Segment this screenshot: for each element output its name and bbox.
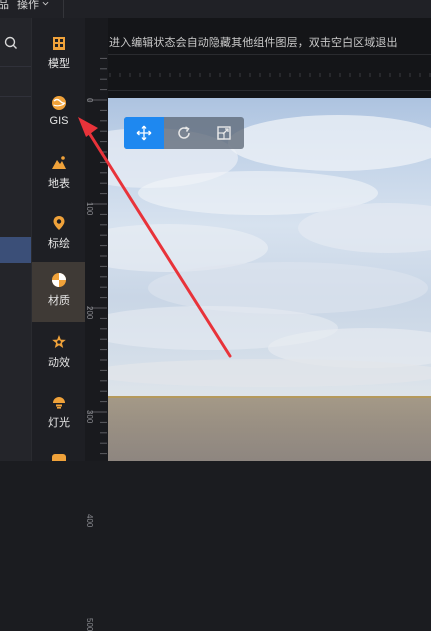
tool-sidebar: 模型 GIS 地表 标绘 材质 动效 灯光 (31, 18, 86, 461)
panel-divider (0, 96, 31, 97)
chevron-down-icon (42, 1, 49, 6)
tool-effect[interactable]: 动效 (32, 324, 86, 384)
tool-material-label: 材质 (48, 295, 70, 307)
ruler-tick-label: 300 (85, 410, 94, 424)
search-icon[interactable] (4, 36, 18, 50)
rotate-button[interactable] (164, 117, 204, 149)
tool-terrain[interactable]: 地表 (32, 145, 86, 205)
next-tool-icon[interactable] (52, 454, 66, 461)
tool-light-label: 灯光 (48, 417, 70, 429)
tool-model[interactable]: 模型 (32, 25, 86, 85)
tool-terrain-label: 地表 (48, 178, 70, 190)
ruler-tick-label: 200 (85, 306, 94, 320)
transform-toolbar (124, 117, 244, 149)
scale-button[interactable] (204, 117, 244, 149)
ruler-tick-label: 100 (85, 202, 94, 216)
light-icon (53, 397, 65, 409)
move-button[interactable] (124, 117, 164, 149)
terrain-icon (52, 156, 66, 169)
ruler-line-bottom (108, 90, 431, 91)
menu-operate-label: 操作 (17, 0, 39, 11)
material-icon (52, 273, 66, 287)
horizontal-ruler (108, 66, 431, 77)
editor-header: 进入编辑状态会自动隐藏其他组件图层，双击空白区域退出 (108, 18, 431, 98)
viewport-canvas[interactable] (108, 98, 431, 461)
ruler-tick-label: 400 (85, 514, 94, 528)
move-icon (136, 125, 152, 141)
tool-material[interactable]: 材质 (32, 262, 86, 322)
effect-icon (52, 335, 66, 348)
scale-icon (217, 126, 231, 140)
tool-effect-label: 动效 (48, 357, 70, 369)
marker-icon (53, 216, 65, 230)
selected-list-item[interactable] (0, 237, 31, 263)
ruler-line (108, 54, 431, 55)
ruler-tick-label: 0 (85, 98, 94, 103)
tool-marker[interactable]: 标绘 (32, 205, 86, 265)
rotate-icon (178, 126, 190, 139)
left-panel (0, 18, 31, 461)
top-divider (63, 0, 64, 18)
vertical-ruler: 0 100 200 300 400 500 (85, 18, 109, 631)
menu-item-left-label: 品 (0, 0, 9, 11)
tool-gis[interactable]: GIS (32, 85, 86, 145)
tool-gis-label: GIS (49, 115, 69, 127)
model-icon (53, 37, 65, 50)
tool-model-label: 模型 (48, 58, 70, 70)
ground-plane (108, 398, 431, 461)
top-bar: 品 操作 (0, 0, 431, 19)
menu-operate[interactable]: 操作 (17, 0, 49, 18)
tool-marker-label: 标绘 (48, 238, 70, 250)
edit-hint-text: 进入编辑状态会自动隐藏其他组件图层，双击空白区域退出 (109, 37, 398, 49)
search-row (0, 18, 31, 67)
ruler-tick-label: 500 (85, 618, 94, 631)
gis-icon (52, 96, 66, 110)
menu-item-left[interactable]: 品 (0, 0, 9, 18)
tool-light[interactable]: 灯光 (32, 384, 86, 444)
